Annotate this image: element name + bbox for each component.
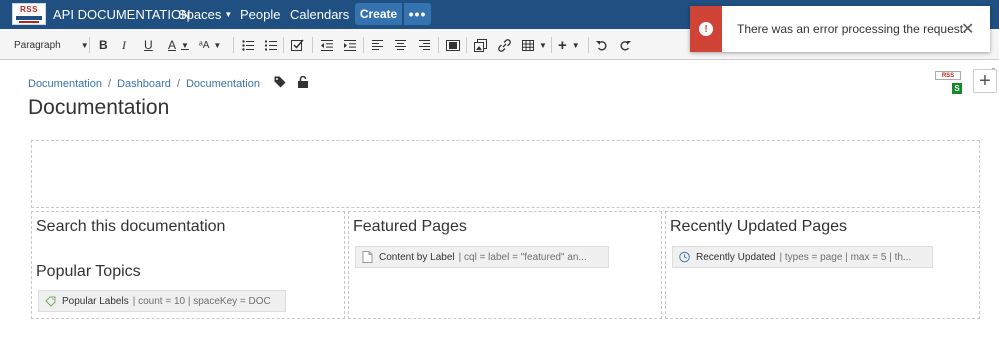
recently-updated-macro[interactable]: Recently Updated | types = page | max = … bbox=[672, 246, 933, 268]
macro-params: | count = 10 | spaceKey = DOC bbox=[132, 295, 271, 307]
macro-params: | types = page | max = 5 | th... bbox=[779, 251, 912, 263]
table-icon bbox=[522, 39, 534, 51]
content-by-label-macro[interactable]: Content by Label | cql = label = "featur… bbox=[355, 246, 609, 268]
toolbar-divider bbox=[89, 37, 90, 53]
breadcrumb-item[interactable]: Documentation bbox=[28, 78, 102, 90]
macro-name: Popular Labels bbox=[62, 295, 129, 307]
macro-name: Recently Updated bbox=[696, 251, 776, 263]
toolbar-divider bbox=[551, 37, 552, 53]
insert-more-button[interactable]: + ▼ bbox=[558, 36, 580, 54]
popular-labels-macro[interactable]: Popular Labels | count = 10 | spaceKey =… bbox=[38, 290, 286, 312]
layout-section-top[interactable] bbox=[31, 140, 980, 208]
italic-button[interactable]: I bbox=[122, 37, 126, 53]
breadcrumb-item[interactable]: Documentation bbox=[186, 78, 260, 90]
nav-people[interactable]: People bbox=[240, 7, 280, 22]
label-macro-icon bbox=[45, 296, 56, 307]
toolbar-divider bbox=[438, 37, 439, 53]
create-button[interactable]: Create bbox=[355, 3, 402, 25]
text-color-label: A bbox=[168, 38, 177, 52]
align-center-icon[interactable] bbox=[395, 37, 406, 53]
site-title[interactable]: API DOCUMENTATION bbox=[53, 7, 190, 22]
macro-name: Content by Label bbox=[379, 251, 455, 263]
nav-spaces[interactable]: Spaces ▼ bbox=[178, 7, 232, 22]
numbered-list-icon[interactable] bbox=[265, 37, 277, 53]
close-icon[interactable]: ✕ bbox=[961, 19, 974, 39]
error-notification: ! There was an error processing the requ… bbox=[690, 6, 990, 52]
task-list-icon[interactable] bbox=[291, 37, 304, 53]
chevron-down-icon: ▼ bbox=[571, 40, 580, 50]
text-color-button[interactable]: A ▼ bbox=[168, 37, 189, 53]
toolbar-divider bbox=[233, 37, 234, 53]
chevron-down-icon: ▼ bbox=[181, 40, 189, 50]
paragraph-style-dropdown[interactable]: Paragraph ▼ bbox=[14, 37, 89, 53]
toolbar-divider bbox=[466, 37, 467, 53]
macro-params: | cql = label = "featured" an... bbox=[458, 251, 587, 263]
space-logo: RSS bbox=[935, 71, 961, 80]
page-title[interactable]: Documentation bbox=[28, 96, 169, 120]
text-size-label: ᵃA bbox=[199, 39, 210, 51]
breadcrumb-item[interactable]: Dashboard bbox=[117, 78, 171, 90]
undo-icon[interactable] bbox=[596, 37, 608, 53]
toolbar-divider bbox=[312, 37, 313, 53]
space-avatar[interactable]: RSS S bbox=[935, 71, 962, 95]
page-icon bbox=[362, 251, 373, 263]
toolbar-divider bbox=[283, 37, 284, 53]
insert-table-button[interactable]: ▼ bbox=[522, 37, 547, 53]
outdent-icon[interactable] bbox=[321, 37, 333, 53]
column-heading: Featured Pages bbox=[353, 218, 467, 235]
logo-stripe bbox=[16, 15, 42, 20]
text-size-button[interactable]: ᵃA ▼ bbox=[199, 37, 221, 53]
bullet-list-icon[interactable] bbox=[242, 37, 254, 53]
breadcrumb-separator: / bbox=[108, 77, 112, 90]
site-logo[interactable]: RSS bbox=[12, 3, 46, 25]
error-indicator: ! bbox=[690, 6, 722, 52]
toolbar-divider bbox=[588, 37, 589, 53]
paragraph-style-label: Paragraph bbox=[14, 39, 61, 51]
error-message: There was an error processing the reques… bbox=[737, 22, 967, 36]
nav-calendars[interactable]: Calendars bbox=[290, 7, 349, 22]
page-layout-icon[interactable] bbox=[446, 37, 460, 53]
align-right-icon[interactable] bbox=[419, 37, 430, 53]
column-heading: Recently Updated Pages bbox=[670, 218, 847, 235]
layout-column-search[interactable]: Search this documentation Popular Topics… bbox=[31, 211, 345, 319]
breadcrumb: Documentation / Dashboard / Documentatio… bbox=[28, 75, 308, 91]
chevron-down-icon: ▼ bbox=[80, 40, 89, 50]
label-tag-icon[interactable] bbox=[274, 76, 286, 91]
clock-icon bbox=[679, 251, 690, 263]
align-left-icon[interactable] bbox=[372, 37, 383, 53]
status-badge: S bbox=[952, 83, 962, 94]
insert-files-icon[interactable] bbox=[474, 37, 487, 53]
column-heading: Search this documentation bbox=[36, 218, 226, 235]
logo-text: RSS bbox=[20, 4, 38, 14]
layout-column-recent[interactable]: Recently Updated Pages Recently Updated … bbox=[665, 211, 980, 319]
underline-button[interactable]: U bbox=[144, 37, 153, 53]
bold-button[interactable]: B bbox=[99, 37, 108, 53]
nav-spaces-label: Spaces bbox=[178, 7, 222, 22]
unlock-icon[interactable] bbox=[297, 75, 308, 91]
plus-icon: + bbox=[558, 36, 567, 54]
indent-icon[interactable] bbox=[344, 37, 356, 53]
insert-plus-button[interactable]: + bbox=[973, 69, 997, 93]
column-subheading: Popular Topics bbox=[36, 263, 141, 280]
error-icon: ! bbox=[699, 22, 713, 36]
chevron-down-icon: ▼ bbox=[224, 10, 233, 19]
plus-icon: + bbox=[979, 69, 991, 92]
create-more-button[interactable]: ••• bbox=[404, 3, 431, 25]
layout-column-featured[interactable]: Featured Pages Content by Label | cql = … bbox=[348, 211, 662, 319]
toolbar-divider bbox=[363, 37, 364, 53]
chevron-down-icon: ▼ bbox=[213, 40, 222, 50]
chevron-down-icon: ▼ bbox=[539, 40, 547, 50]
redo-icon[interactable] bbox=[619, 37, 631, 53]
link-icon[interactable] bbox=[498, 37, 511, 53]
logo-stripe-accent bbox=[19, 20, 39, 23]
breadcrumb-separator: / bbox=[176, 77, 180, 90]
